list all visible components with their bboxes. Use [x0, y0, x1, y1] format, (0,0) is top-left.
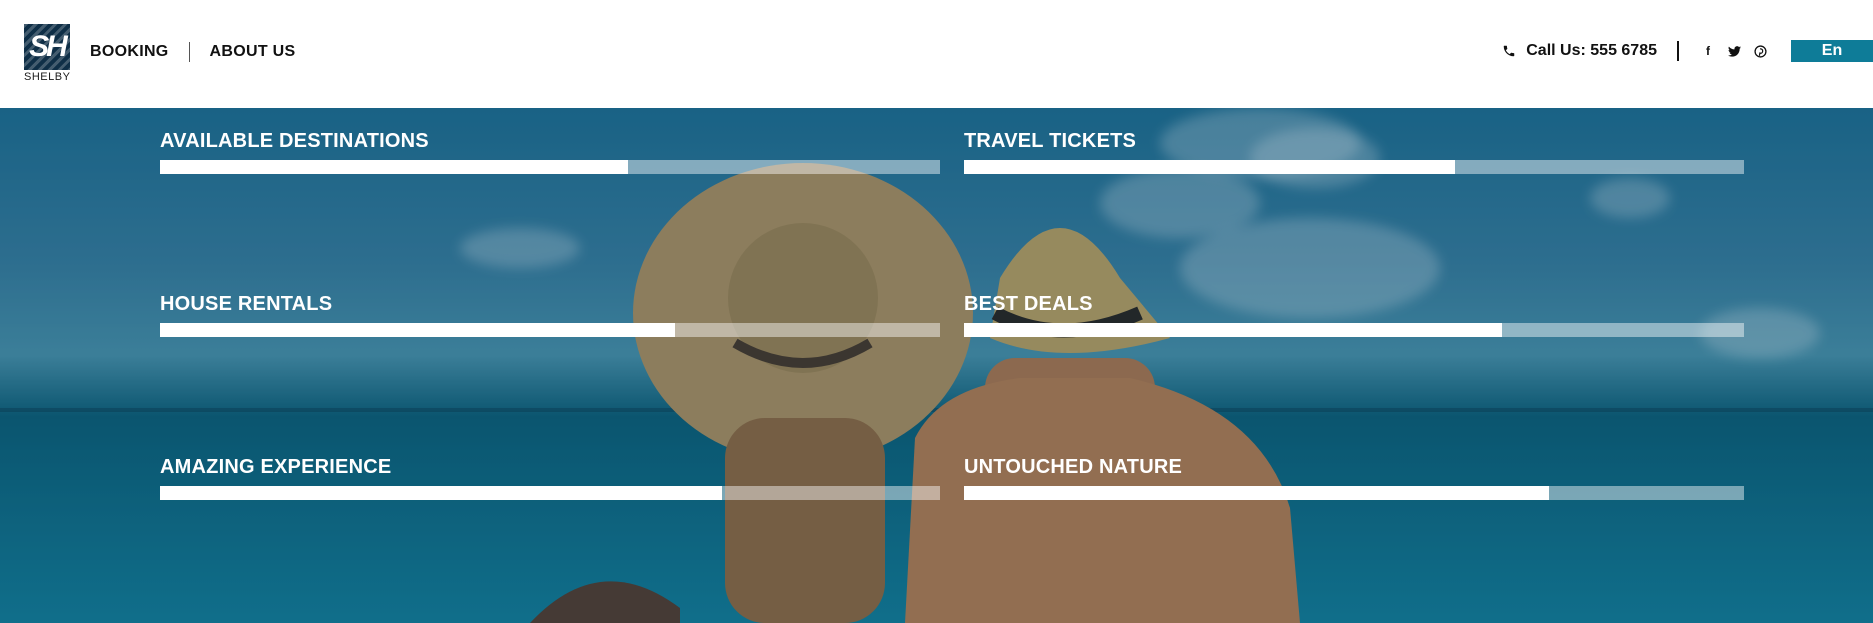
skill-label: AMAZING EXPERIENCE: [160, 456, 392, 478]
skill-progress-track: [964, 323, 1744, 337]
skill-progress-fill: [964, 323, 1503, 337]
skill-progress-track: [160, 486, 940, 500]
skill-progress-track: [160, 323, 940, 337]
phone-text: Call Us: 555 6785: [1526, 42, 1657, 59]
skill-best-deals: BEST DEALS: [964, 293, 1744, 337]
pinterest-icon[interactable]: [1751, 42, 1769, 60]
facebook-icon[interactable]: f: [1699, 42, 1717, 60]
skill-progress-track: [160, 160, 940, 174]
skill-progress-track: [964, 486, 1744, 500]
skill-travel-tickets: TRAVEL TICKETS: [964, 130, 1744, 174]
skill-progress-fill: [964, 486, 1549, 500]
skill-label: UNTOUCHED NATURE: [964, 456, 1183, 478]
skill-label: TRAVEL TICKETS: [964, 130, 1137, 152]
nav-about-us[interactable]: ABOUT US: [210, 43, 296, 61]
language-button[interactable]: En: [1791, 40, 1873, 62]
brand-logo[interactable]: SH SHELBY: [24, 24, 70, 84]
hero-section: AVAILABLE DESTINATIONS TRAVEL TICKETS HO…: [0, 108, 1873, 623]
nav-booking[interactable]: BOOKING: [90, 43, 169, 61]
skills-grid: AVAILABLE DESTINATIONS TRAVEL TICKETS HO…: [0, 108, 1873, 623]
main-nav: BOOKING ABOUT US: [90, 42, 296, 62]
logo-initials: SH: [29, 30, 68, 63]
logo-mark: SH: [24, 24, 70, 70]
skill-progress-fill: [160, 160, 628, 174]
skill-label: BEST DEALS: [964, 293, 1093, 315]
skill-progress-fill: [160, 323, 675, 337]
phone-contact[interactable]: Call Us: 555 6785: [1502, 42, 1657, 60]
skill-amazing-experience: AMAZING EXPERIENCE: [160, 456, 940, 500]
social-links: f: [1695, 42, 1773, 60]
skill-progress-track: [964, 160, 1744, 174]
nav-separator: [188, 42, 190, 62]
twitter-icon[interactable]: [1725, 42, 1743, 60]
site-header: SH SHELBY BOOKING ABOUT US Call Us: 555 …: [0, 0, 1873, 108]
phone-icon: [1504, 45, 1515, 57]
skill-label: AVAILABLE DESTINATIONS: [160, 130, 429, 152]
header-divider: [1677, 41, 1679, 61]
skill-label: HOUSE RENTALS: [160, 293, 333, 315]
skill-untouched-nature: UNTOUCHED NATURE: [964, 456, 1744, 500]
skill-available-destinations: AVAILABLE DESTINATIONS: [160, 130, 940, 174]
skill-house-rentals: HOUSE RENTALS: [160, 293, 940, 337]
skill-progress-fill: [964, 160, 1456, 174]
header-right: Call Us: 555 6785 f En: [1502, 36, 1873, 66]
brand-name: SHELBY: [24, 71, 71, 83]
skill-progress-fill: [160, 486, 722, 500]
